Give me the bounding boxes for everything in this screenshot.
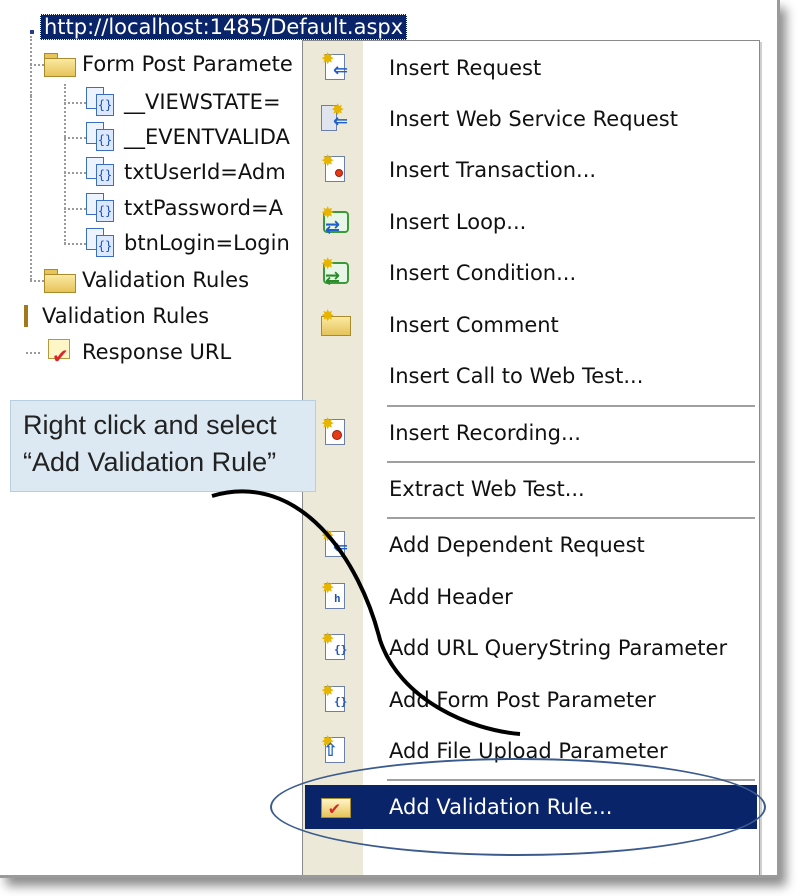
screenshot-frame: http://localhost:1485/Default.aspx Form … [0,0,780,878]
callout-pointer [211,489,521,736]
